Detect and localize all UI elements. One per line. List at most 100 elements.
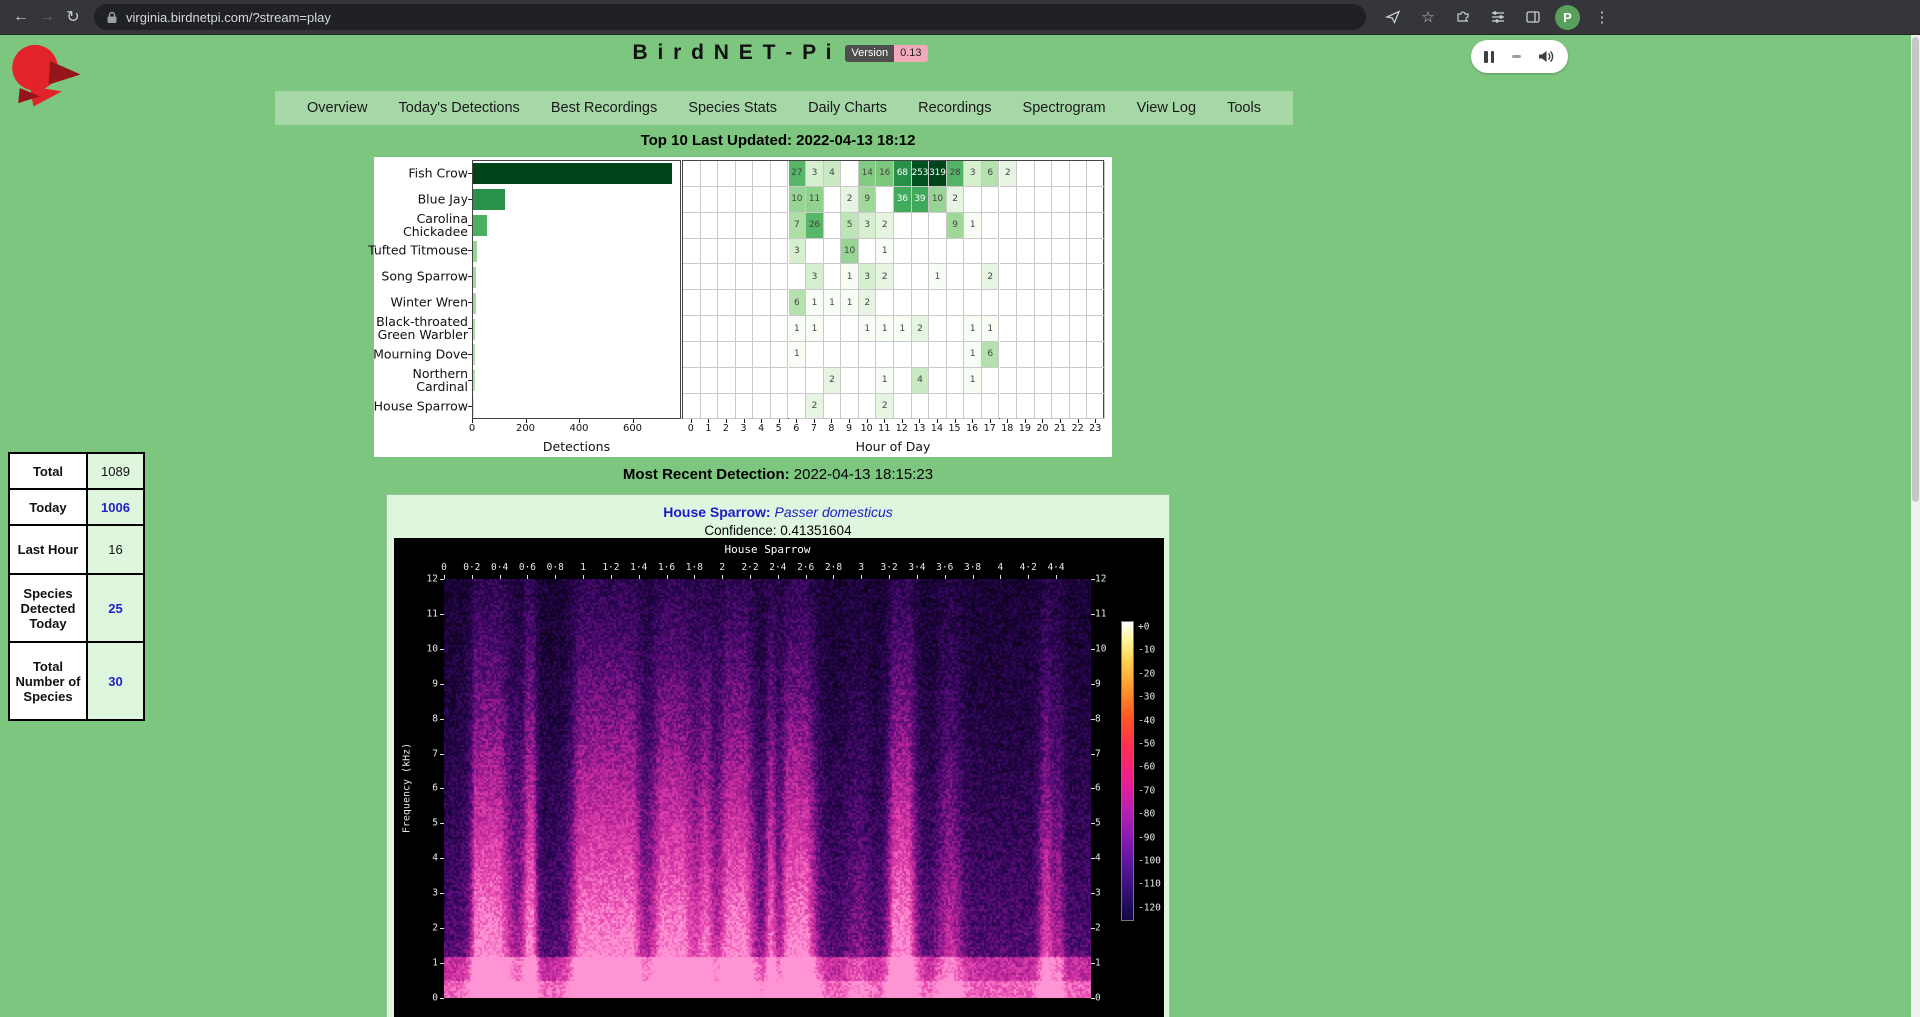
forward-button[interactable]: → <box>34 4 60 30</box>
nav-item-spectrogram[interactable]: Spectrogram <box>1023 100 1106 116</box>
axis-tick <box>1042 419 1043 423</box>
heatmap-cell <box>736 213 754 239</box>
heatmap-cell <box>1000 316 1018 342</box>
nav-item-species-stats[interactable]: Species Stats <box>688 100 777 116</box>
url-bar[interactable]: virginia.birdnetpi.com/?stream=play <box>94 4 1366 30</box>
bookmark-button[interactable]: ☆ <box>1415 4 1441 30</box>
axis-tick <box>1007 419 1008 423</box>
spectrogram-freq-label: 5 <box>414 818 438 829</box>
spectrogram-time-label: 0·8 <box>547 562 564 573</box>
heatmap-cell <box>929 290 947 316</box>
scrollbar-thumb[interactable] <box>1912 37 1919 502</box>
heatmap-cell: 2 <box>1000 161 1018 187</box>
side-panel-button[interactable] <box>1520 4 1546 30</box>
axis-tick <box>761 419 762 423</box>
heatmap-cell <box>1052 316 1070 342</box>
axis-tick <box>1091 754 1095 755</box>
send-button[interactable] <box>1380 4 1406 30</box>
nav-item-overview[interactable]: Overview <box>307 100 367 116</box>
heatmap-cell <box>964 239 982 265</box>
nav-item-daily-charts[interactable]: Daily Charts <box>808 100 887 116</box>
heatmap-cell <box>1035 239 1053 265</box>
page-scrollbar[interactable] <box>1911 35 1920 1017</box>
extensions-button[interactable] <box>1450 4 1476 30</box>
heatmap-cell <box>701 239 719 265</box>
axis-tick <box>611 575 612 579</box>
heatmap-cell: 1 <box>929 264 947 290</box>
heatmap-cell <box>824 316 842 342</box>
heatmap-cell <box>1052 239 1070 265</box>
heatmap-cell <box>841 316 859 342</box>
heatmap-cell: 1 <box>789 342 807 368</box>
heatmap-cell <box>824 187 842 213</box>
detection-species-link[interactable]: House Sparrow: <box>663 504 770 520</box>
media-controls-button[interactable] <box>1485 4 1511 30</box>
heatmap-cell <box>1017 213 1035 239</box>
heatmap-cell <box>982 368 1000 394</box>
spectrogram-time-label: 3·2 <box>881 562 898 573</box>
hour-tick-label: 3 <box>741 423 747 434</box>
axis-tick <box>722 575 723 579</box>
axis-tick <box>919 419 920 423</box>
heatmap-cell <box>736 264 754 290</box>
heatmap-cell <box>1052 213 1070 239</box>
stats-row: Species Detected Today25 <box>9 574 144 642</box>
heatmap-cell <box>947 290 965 316</box>
stat-value-link[interactable]: 30 <box>87 642 144 720</box>
stats-table: Total1089Today1006Last Hour16Species Det… <box>8 452 145 721</box>
pause-icon[interactable] <box>1484 51 1494 63</box>
spectrogram-freq-label: 0 <box>1095 992 1119 1003</box>
back-arrow-icon: ← <box>13 8 29 26</box>
page-header: B i r d N E T - P i Version 0.13 <box>560 38 1000 68</box>
heatmap-cell <box>718 316 736 342</box>
browser-menu-button[interactable]: ⋮ <box>1589 4 1615 30</box>
nav-item-best-recordings[interactable]: Best Recordings <box>551 100 657 116</box>
heatmap-cell <box>753 368 771 394</box>
axis-tick <box>884 419 885 423</box>
heatmap-cell <box>859 239 877 265</box>
detection-scientific-name[interactable]: Passer domesticus <box>774 504 892 520</box>
heatmap-cell <box>894 290 912 316</box>
nav-item-recordings[interactable]: Recordings <box>918 100 991 116</box>
spectrogram-freq-label: 5 <box>1095 818 1119 829</box>
axis-tick <box>555 575 556 579</box>
heatmap-cell: 3 <box>859 264 877 290</box>
audio-player[interactable] <box>1471 40 1568 73</box>
spectrogram-freq-label: 9 <box>414 678 438 689</box>
heatmap-cell <box>701 394 719 420</box>
species-label: Black-throated Green Warbler <box>168 315 468 341</box>
nav-item-today-s-detections[interactable]: Today's Detections <box>399 100 520 116</box>
hour-tick-label: 19 <box>1019 423 1031 434</box>
confidence-label: Confidence: <box>704 523 776 538</box>
heatmap-cell <box>1035 316 1053 342</box>
hour-tick-label: 8 <box>828 423 834 434</box>
heatmap-cell <box>1052 368 1070 394</box>
stats-row: Last Hour16 <box>9 525 144 574</box>
hour-tick-label: 15 <box>948 423 960 434</box>
nav-item-view-log[interactable]: View Log <box>1137 100 1196 116</box>
heatmap-cell <box>1000 187 1018 213</box>
axis-tick <box>472 575 473 579</box>
reload-button[interactable]: ↻ <box>60 4 86 30</box>
heatmap-cell <box>701 316 719 342</box>
heatmap-cell: 9 <box>859 187 877 213</box>
heatmap-cell <box>1035 290 1053 316</box>
volume-icon[interactable] <box>1538 49 1555 64</box>
heatmap-cell: 2 <box>982 264 1000 290</box>
recent-detection-value: 2022-04-13 18:15:23 <box>794 466 933 483</box>
profile-avatar[interactable]: P <box>1555 5 1580 30</box>
nav-item-tools[interactable]: Tools <box>1227 100 1261 116</box>
stat-value-link[interactable]: 25 <box>87 574 144 642</box>
browser-toolbar: ← → ↻ virginia.birdnetpi.com/?stream=pla… <box>0 0 1920 35</box>
stat-value-link[interactable]: 1006 <box>87 489 144 525</box>
heatmap-cell: 1 <box>964 368 982 394</box>
spectrogram-time-label: 2·2 <box>741 562 758 573</box>
heatmap-cell <box>718 368 736 394</box>
axis-tick <box>849 419 850 423</box>
back-button[interactable]: ← <box>8 4 34 30</box>
axis-tick <box>639 575 640 579</box>
colorbar-label: -30 <box>1138 692 1155 703</box>
hour-tick-label: 6 <box>793 423 799 434</box>
axis-tick <box>833 575 834 579</box>
spectrogram-freq-label: 8 <box>1095 713 1119 724</box>
